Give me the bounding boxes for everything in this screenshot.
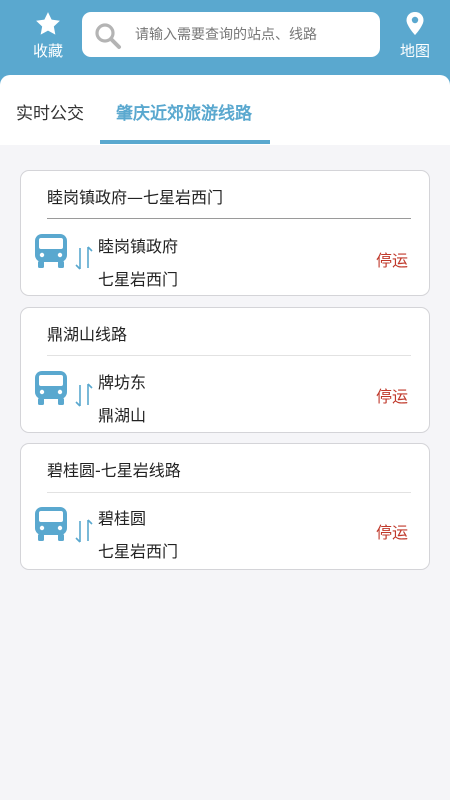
bus-icon: [32, 505, 70, 547]
search-placeholder: 请输入需要查询的站点、线路: [135, 27, 317, 43]
status-badge: 停运: [376, 387, 409, 406]
search-icon: [94, 22, 122, 54]
bus-icon: [32, 232, 70, 274]
destination-stop: 鼎湖山: [98, 406, 147, 425]
route-card[interactable]: 睦岗镇政府—七星岩西门 睦岗镇政府 七星岩西门 停运: [20, 170, 430, 296]
search-input[interactable]: 请输入需要查询的站点、线路: [82, 12, 380, 57]
map-button[interactable]: 地图: [385, 10, 445, 61]
tab-suburban-tour-routes[interactable]: 肇庆近郊旅游线路: [116, 99, 252, 124]
favorites-button[interactable]: 收藏: [18, 10, 78, 61]
route-card[interactable]: 鼎湖山线路 牌坊东 鼎湖山 停运: [20, 307, 430, 433]
card-divider: [47, 218, 411, 219]
route-card[interactable]: 碧桂圆-七星岩线路 碧桂圆 七星岩西门 停运: [20, 443, 430, 570]
origin-stop: 牌坊东: [98, 373, 147, 392]
route-name: 鼎湖山线路: [47, 325, 128, 344]
route-name: 睦岗镇政府—七星岩西门: [47, 188, 224, 207]
card-divider: [47, 492, 411, 493]
map-pin-icon: [385, 10, 445, 38]
tab-bar: 实时公交 肇庆近郊旅游线路: [0, 75, 450, 145]
active-tab-indicator: [100, 140, 270, 144]
star-icon: [18, 10, 78, 38]
two-way-arrows-icon: [73, 381, 95, 413]
destination-stop: 七星岩西门: [98, 270, 179, 289]
origin-stop: 睦岗镇政府: [98, 237, 179, 256]
map-label: 地图: [399, 42, 430, 60]
tab-realtime-bus[interactable]: 实时公交: [16, 99, 84, 124]
card-divider: [47, 355, 411, 356]
destination-stop: 七星岩西门: [98, 542, 179, 561]
status-badge: 停运: [376, 251, 409, 270]
bus-icon: [32, 369, 70, 411]
status-badge: 停运: [376, 523, 409, 542]
two-way-arrows-icon: [73, 244, 95, 276]
route-name: 碧桂圆-七星岩线路: [47, 461, 181, 480]
origin-stop: 碧桂圆: [98, 509, 147, 528]
two-way-arrows-icon: [73, 517, 95, 549]
favorites-label: 收藏: [32, 42, 63, 60]
